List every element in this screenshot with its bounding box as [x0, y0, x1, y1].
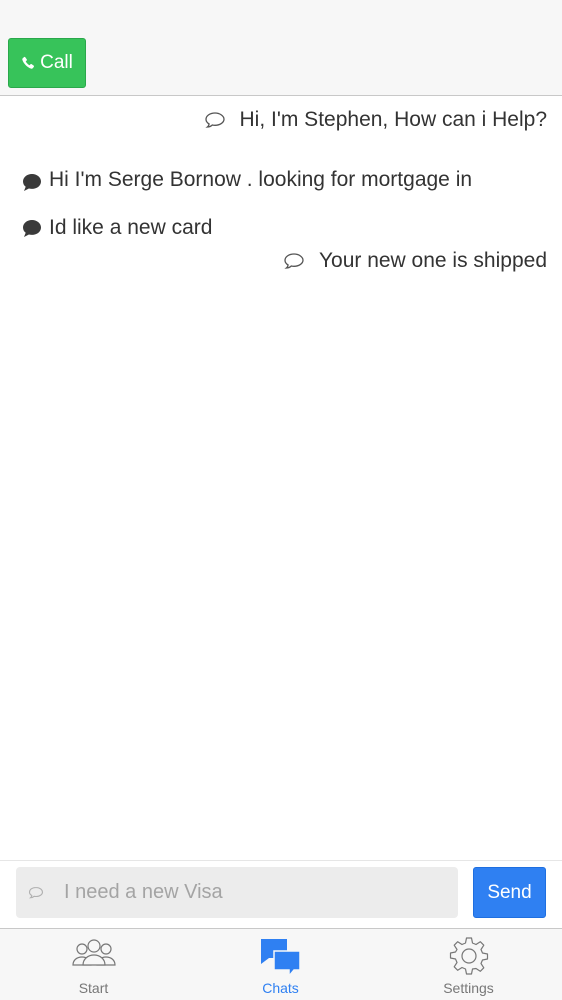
- message-text: Hi I'm Serge Bornow . looking for mortga…: [49, 168, 473, 191]
- call-label: Call: [40, 52, 73, 73]
- tab-label: Chats: [262, 980, 299, 996]
- chat-bubble-outline-icon: [284, 253, 304, 269]
- message-input[interactable]: [64, 881, 444, 904]
- chat-bubble-filled-icon: [23, 174, 41, 191]
- tab-chats[interactable]: Chats: [187, 929, 374, 1000]
- tab-label: Start: [78, 980, 109, 996]
- message-list: Hi, I'm Stephen, How can i Help? Hi I'm …: [0, 96, 562, 860]
- group-icon: [71, 939, 116, 966]
- message-text: Your new one is shipped: [318, 249, 547, 272]
- message-user: Id like a new card: [22, 216, 212, 240]
- tab-settings[interactable]: Settings: [375, 929, 562, 1000]
- message-user: Hi I'm Serge Bornow . looking for mortga…: [22, 168, 547, 196]
- send-button[interactable]: Send: [473, 867, 546, 918]
- composer-bar: Send: [0, 860, 562, 928]
- header-bar: Call: [0, 0, 562, 96]
- call-button[interactable]: Call: [8, 38, 86, 88]
- message-input-wrapper[interactable]: [16, 867, 458, 918]
- message-text: Id like a new card: [49, 216, 213, 239]
- phone-icon: [22, 56, 35, 69]
- message-text: Hi, I'm Stephen, How can i Help?: [239, 108, 547, 131]
- tab-start[interactable]: Start: [0, 929, 187, 1000]
- gear-icon: [449, 937, 488, 975]
- tab-bar: Start Chats Settings: [0, 928, 562, 1000]
- chat-bubbles-icon: [260, 939, 301, 976]
- chat-bubble-outline-icon: [204, 112, 225, 128]
- chat-bubble-filled-icon: [23, 219, 41, 237]
- message-agent: Hi, I'm Stephen, How can i Help?: [204, 108, 547, 132]
- chat-bubble-outline-icon: [28, 886, 44, 898]
- message-agent: Your new one is shipped: [283, 249, 547, 273]
- tab-label: Settings: [443, 980, 494, 996]
